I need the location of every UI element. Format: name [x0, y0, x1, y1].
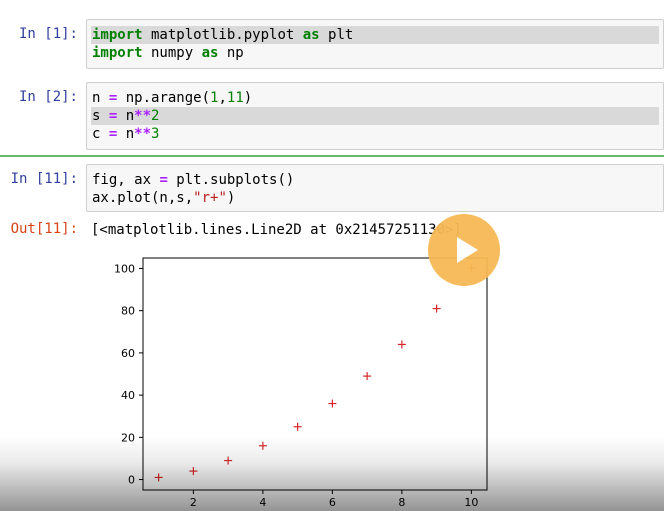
- code-line: s = n**2: [91, 107, 659, 125]
- y-tick-label: 100: [114, 262, 135, 275]
- data-point-marker: [397, 340, 406, 349]
- output-prompt: Out[11]:: [10, 221, 78, 237]
- code-line: n = np.arange(1,11): [92, 90, 253, 106]
- code-input[interactable]: n = np.arange(1,11) s = n**2 c = n**3: [86, 82, 664, 150]
- code-input[interactable]: import matplotlib.pyplot as plt import n…: [86, 19, 664, 69]
- selected-cell-divider: [0, 155, 664, 157]
- axes-frame: [142, 257, 488, 491]
- cell-prompt: In [11]:: [10, 171, 78, 187]
- x-tick-label: 4: [259, 496, 266, 509]
- play-icon: [457, 237, 478, 263]
- data-point-marker: [293, 422, 302, 431]
- code-line: import matplotlib.pyplot as plt: [91, 26, 659, 44]
- code-line: c = n**3: [92, 126, 160, 142]
- y-tick-label: 40: [121, 389, 135, 402]
- output-text: [<matplotlib.lines.Line2D at 0x214572511…: [91, 222, 462, 238]
- y-tick-label: 80: [121, 305, 135, 318]
- code-line: ax.plot(n,s,"r+"): [92, 190, 236, 206]
- code-line: fig, ax = plt.subplots(): [92, 172, 295, 188]
- code-cell-1[interactable]: In [1]: import matplotlib.pyplot as plt …: [0, 19, 664, 71]
- x-tick-label: 6: [329, 496, 336, 509]
- y-tick-label: 0: [128, 474, 135, 487]
- video-play-button[interactable]: [428, 214, 500, 286]
- code-input[interactable]: fig, ax = plt.subplots() ax.plot(n,s,"r+…: [86, 164, 664, 212]
- data-point-marker: [363, 372, 372, 381]
- data-point-marker: [189, 467, 198, 476]
- scatter-plot: 0 20 40 60 80 100 2 4 6 8 10: [114, 257, 488, 509]
- y-tick-label: 60: [121, 347, 135, 360]
- x-tick-label: 10: [464, 496, 478, 509]
- data-point-marker: [224, 456, 233, 465]
- code-cell-3[interactable]: In [11]: fig, ax = plt.subplots() ax.plo…: [0, 164, 664, 212]
- cell-prompt: In [2]:: [18, 89, 78, 105]
- code-line: import numpy as np: [92, 45, 244, 61]
- code-cell-2[interactable]: In [2]: n = np.arange(1,11) s = n**2 c =…: [0, 82, 664, 150]
- data-point-marker: [432, 304, 441, 313]
- x-tick-label: 8: [398, 496, 405, 509]
- x-tick-label: 2: [190, 496, 197, 509]
- cell-prompt: In [1]:: [18, 26, 78, 42]
- y-tick-label: 20: [121, 431, 135, 444]
- data-point-marker: [328, 399, 337, 408]
- data-point-marker: [154, 473, 163, 482]
- data-point-marker: [258, 441, 267, 450]
